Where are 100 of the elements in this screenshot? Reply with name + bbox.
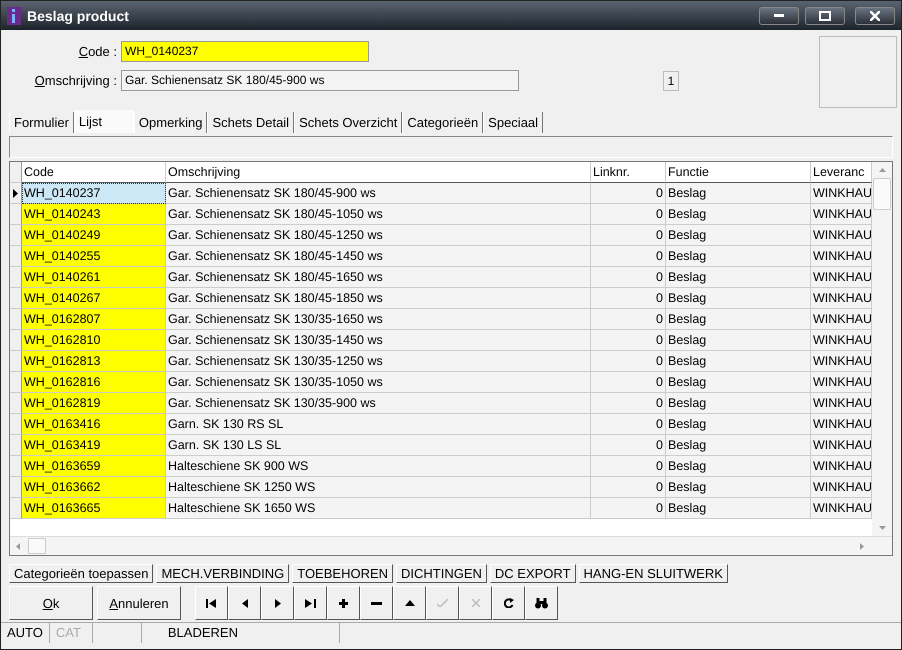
table-cell: Beslag — [666, 309, 811, 330]
table-cell: 0 — [591, 225, 666, 246]
table-cell: 0 — [591, 477, 666, 498]
table-cell: Beslag — [666, 477, 811, 498]
table-cell: WINKHAU — [811, 204, 872, 225]
table-cell: Gar. Schienensatz SK 130/35-1650 ws — [166, 309, 591, 330]
column-header[interactable]: Linknr. — [591, 162, 666, 183]
table-cell: 0 — [591, 309, 666, 330]
table-cell: Gar. Schienensatz SK 180/45-1850 ws — [166, 288, 591, 309]
cancel-button[interactable]: Annuleren — [97, 586, 181, 620]
table-cell: Gar. Schienensatz SK 180/45-1250 ws — [166, 225, 591, 246]
scroll-down-icon[interactable] — [878, 526, 886, 530]
table-cell: Beslag — [666, 267, 811, 288]
table-cell: Gar. Schienensatz SK 130/35-1050 ws — [166, 372, 591, 393]
navigator-button[interactable] — [294, 586, 327, 620]
navigator-button[interactable] — [492, 586, 525, 620]
table-cell: WINKHAU — [811, 477, 872, 498]
navigator-button[interactable] — [228, 586, 261, 620]
ok-button[interactable]: Ok — [9, 586, 93, 620]
maximize-button[interactable] — [805, 6, 845, 24]
navigator-button[interactable] — [525, 586, 558, 620]
navigator-button[interactable] — [393, 586, 426, 620]
minimize-icon — [774, 14, 784, 17]
tab[interactable]: Categorieën — [402, 112, 484, 133]
refresh-icon — [504, 598, 514, 608]
horizontal-scrollbar[interactable] — [10, 536, 892, 555]
tab[interactable]: Speciaal — [483, 112, 544, 133]
code-label: Code : — [78, 44, 117, 59]
scroll-thumb[interactable] — [28, 538, 46, 554]
status-panel: CAT — [50, 623, 93, 643]
category-button[interactable]: HANG-EN SLUITWERK — [578, 564, 728, 583]
table-cell: Gar. Schienensatz SK 130/35-1250 ws — [166, 351, 591, 372]
table-cell: WH_0162810 — [22, 330, 166, 351]
table-cell: WH_0163419 — [22, 435, 166, 456]
column-header[interactable]: Code — [22, 162, 166, 183]
skip-last-icon — [305, 598, 316, 608]
scroll-right-icon[interactable] — [860, 542, 864, 550]
table-cell: Beslag — [666, 372, 811, 393]
column-header[interactable]: Functie — [666, 162, 811, 183]
table-cell: WH_0140243 — [22, 204, 166, 225]
table-cell: WH_0140261 — [22, 267, 166, 288]
tab[interactable]: Formulier — [9, 112, 74, 133]
row-pointer-icon — [13, 188, 18, 198]
category-button[interactable]: DC EXPORT — [490, 564, 576, 583]
count-field: 1 — [662, 70, 680, 90]
scroll-left-icon[interactable] — [16, 542, 20, 550]
tab[interactable]: Schets Overzicht — [294, 112, 402, 133]
category-button[interactable]: DICHTINGEN — [396, 564, 487, 583]
table-cell: WINKHAU — [811, 183, 872, 204]
table-cell: Garn. SK 130 RS SL — [166, 414, 591, 435]
table-cell: 0 — [591, 372, 666, 393]
navigator-button[interactable] — [360, 586, 393, 620]
column-header[interactable]: Leveranc — [811, 162, 872, 183]
category-button[interactable]: MECH.VERBINDING — [156, 564, 290, 583]
vertical-scrollbar[interactable] — [872, 162, 892, 536]
table-cell: Beslag — [666, 498, 811, 519]
table-cell: Halteschiene SK 1650 WS — [166, 498, 591, 519]
table-cell: WH_0140237 — [22, 183, 166, 204]
description-field[interactable]: Gar. Schienensatz SK 180/45-900 ws — [121, 70, 519, 91]
table-cell: WINKHAU — [811, 351, 872, 372]
maximize-icon — [819, 10, 831, 20]
navigator-button[interactable] — [261, 586, 294, 620]
table-cell: WINKHAU — [811, 393, 872, 414]
window-title: Beslag product — [27, 8, 130, 24]
code-field[interactable]: WH_0140237 — [121, 41, 369, 62]
minimize-button[interactable] — [759, 6, 799, 24]
table-cell: Beslag — [666, 435, 811, 456]
category-button[interactable]: Categorieën toepassen — [9, 564, 154, 583]
table-cell: WH_0162813 — [22, 351, 166, 372]
cross-icon — [472, 599, 480, 607]
table-cell: WINKHAU — [811, 456, 872, 477]
status-panel: BLADEREN — [142, 623, 340, 643]
row-indicator[interactable] — [10, 183, 22, 204]
tab[interactable]: Lijst — [74, 110, 134, 133]
table-cell: Gar. Schienensatz SK 130/35-900 ws — [166, 393, 591, 414]
table-cell: WH_0162807 — [22, 309, 166, 330]
close-button[interactable] — [855, 6, 895, 24]
table-cell: WINKHAU — [811, 330, 872, 351]
scroll-thumb[interactable] — [873, 178, 891, 210]
tab[interactable]: Opmerking — [134, 112, 208, 133]
category-button[interactable]: TOEBEHOREN — [292, 564, 394, 583]
table-cell: WH_0140267 — [22, 288, 166, 309]
table-cell: Beslag — [666, 246, 811, 267]
table-cell: Gar. Schienensatz SK 180/45-1050 ws — [166, 204, 591, 225]
column-header[interactable]: Omschrijving — [166, 162, 591, 183]
navigator-button[interactable] — [327, 586, 360, 620]
table-cell: 0 — [591, 393, 666, 414]
tab[interactable]: Schets Detail — [207, 112, 294, 133]
table-cell: WH_0163665 — [22, 498, 166, 519]
table-cell: WINKHAU — [811, 225, 872, 246]
scroll-up-icon[interactable] — [878, 168, 886, 172]
table-cell: WH_0163662 — [22, 477, 166, 498]
table-cell: WINKHAU — [811, 414, 872, 435]
table-cell: WINKHAU — [811, 435, 872, 456]
navigator-button[interactable] — [195, 586, 228, 620]
triangle-left-icon — [242, 598, 248, 608]
table-cell: WINKHAU — [811, 372, 872, 393]
table-cell: WH_0163416 — [22, 414, 166, 435]
table-cell: 0 — [591, 288, 666, 309]
table-cell: WINKHAU — [811, 288, 872, 309]
